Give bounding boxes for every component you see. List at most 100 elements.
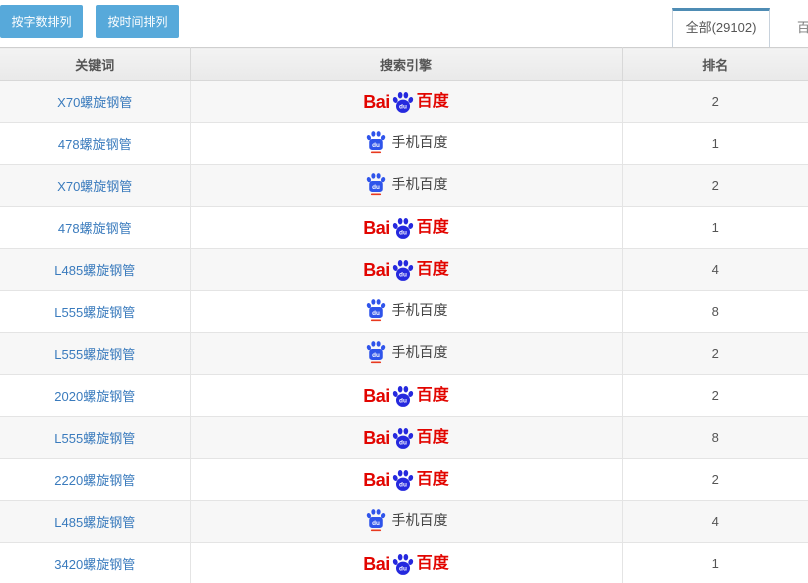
baidu-logo: Bai du 百度: [363, 258, 449, 282]
baidu-paw-icon: du: [391, 90, 415, 114]
keyword-cell: L485螺旋钢管: [0, 501, 190, 543]
keyword-cell: 2220螺旋钢管: [0, 459, 190, 501]
sort-by-wordcount-button[interactable]: 按字数排列: [0, 5, 83, 38]
keyword-link[interactable]: L555螺旋钢管: [54, 305, 135, 320]
keyword-cell: 478螺旋钢管: [0, 207, 190, 249]
keyword-cell: 3420螺旋钢管: [0, 543, 190, 583]
keyword-cell: 478螺旋钢管: [0, 123, 190, 165]
tab-all[interactable]: 全部(29102): [672, 8, 770, 47]
engine-tabs: 全部(29102) 百度: [672, 8, 808, 47]
table-row: L555螺旋钢管 Bai du 百度 8: [0, 417, 808, 459]
keyword-link[interactable]: 2220螺旋钢管: [54, 473, 135, 488]
table-row: 478螺旋钢管 Bai du 百度 1: [0, 207, 808, 249]
mobile-baidu-label: 手机百度: [392, 303, 448, 317]
baidu-logo-bai-text: Bai: [363, 261, 390, 279]
baidu-logo: Bai du 百度: [363, 90, 449, 114]
column-header-rank: 排名: [622, 48, 808, 81]
mobile-baidu-paw-icon: du: [365, 298, 387, 322]
mobile-baidu-label: 手机百度: [392, 135, 448, 149]
column-header-engine: 搜索引擎: [190, 48, 622, 81]
keyword-cell: X70螺旋钢管: [0, 165, 190, 207]
svg-text:du: du: [399, 397, 407, 404]
baidu-logo-bai-text: Bai: [363, 429, 390, 447]
keyword-link[interactable]: L485螺旋钢管: [54, 263, 135, 278]
engine-cell: Bai du 百度: [190, 543, 622, 583]
engine-cell: Bai du 百度: [190, 249, 622, 291]
baidu-logo-chinese-text: 百度: [417, 388, 449, 404]
rank-value: 2: [622, 333, 808, 375]
baidu-logo-chinese-text: 百度: [417, 94, 449, 110]
mobile-baidu: du 手机百度: [365, 508, 448, 532]
baidu-paw-icon: du: [391, 384, 415, 408]
keyword-link[interactable]: 478螺旋钢管: [58, 221, 132, 236]
baidu-logo-bai-text: Bai: [363, 93, 390, 111]
svg-text:du: du: [372, 142, 380, 149]
keyword-link[interactable]: 478螺旋钢管: [58, 137, 132, 152]
svg-text:du: du: [399, 229, 407, 236]
column-header-keyword: 关键词: [0, 48, 190, 81]
table-row: 2020螺旋钢管 Bai du 百度 2: [0, 375, 808, 417]
mobile-baidu-label: 手机百度: [392, 513, 448, 527]
keyword-cell: L555螺旋钢管: [0, 291, 190, 333]
mobile-baidu-paw-icon: du: [365, 508, 387, 532]
baidu-logo-chinese-text: 百度: [417, 220, 449, 236]
svg-text:du: du: [372, 184, 380, 191]
mobile-baidu: du 手机百度: [365, 130, 448, 154]
baidu-paw-icon: du: [391, 258, 415, 282]
table-row: 2220螺旋钢管 Bai du 百度 2: [0, 459, 808, 501]
keyword-cell: L485螺旋钢管: [0, 249, 190, 291]
svg-text:du: du: [372, 520, 380, 527]
baidu-logo-bai-text: Bai: [363, 555, 390, 573]
table-row: X70螺旋钢管 Bai du 百度 2: [0, 81, 808, 123]
svg-text:du: du: [399, 481, 407, 488]
rank-value: 1: [622, 207, 808, 249]
keyword-link[interactable]: X70螺旋钢管: [57, 179, 132, 194]
engine-cell: Bai du 百度: [190, 81, 622, 123]
svg-text:du: du: [399, 103, 407, 110]
table-row: L555螺旋钢管 du 手机百度 2: [0, 333, 808, 375]
mobile-baidu: du 手机百度: [365, 340, 448, 364]
svg-text:du: du: [372, 352, 380, 359]
mobile-baidu: du 手机百度: [365, 298, 448, 322]
mobile-baidu-label: 手机百度: [392, 345, 448, 359]
engine-cell: Bai du 百度: [190, 459, 622, 501]
table-row: 478螺旋钢管 du 手机百度 1: [0, 123, 808, 165]
keyword-link[interactable]: 2020螺旋钢管: [54, 389, 135, 404]
rank-value: 1: [622, 123, 808, 165]
rank-value: 2: [622, 375, 808, 417]
table-row: L485螺旋钢管 Bai du 百度 4: [0, 249, 808, 291]
rank-value: 4: [622, 249, 808, 291]
keyword-ranking-page: 按字数排列 按时间排列 全部(29102) 百度 关键词 搜索引擎 排名 X70…: [0, 0, 808, 583]
keyword-link[interactable]: 3420螺旋钢管: [54, 557, 135, 572]
keyword-cell: L555螺旋钢管: [0, 417, 190, 459]
baidu-logo: Bai du 百度: [363, 216, 449, 240]
keyword-link[interactable]: L485螺旋钢管: [54, 515, 135, 530]
mobile-baidu-label: 手机百度: [392, 177, 448, 191]
keyword-cell: 2020螺旋钢管: [0, 375, 190, 417]
keyword-cell: L555螺旋钢管: [0, 333, 190, 375]
keyword-link[interactable]: L555螺旋钢管: [54, 347, 135, 362]
engine-cell: du 手机百度: [190, 123, 622, 165]
mobile-baidu-paw-icon: du: [365, 130, 387, 154]
sort-by-time-button[interactable]: 按时间排列: [96, 5, 179, 38]
svg-text:du: du: [399, 271, 407, 278]
rank-value: 4: [622, 501, 808, 543]
engine-cell: du 手机百度: [190, 501, 622, 543]
baidu-logo-bai-text: Bai: [363, 219, 390, 237]
baidu-logo: Bai du 百度: [363, 468, 449, 492]
rank-value: 2: [622, 165, 808, 207]
mobile-baidu: du 手机百度: [365, 172, 448, 196]
baidu-logo: Bai du 百度: [363, 552, 449, 576]
svg-text:du: du: [399, 439, 407, 446]
table-row: 3420螺旋钢管 Bai du 百度 1: [0, 543, 808, 583]
baidu-logo-bai-text: Bai: [363, 471, 390, 489]
toolbar: 按字数排列 按时间排列 全部(29102) 百度: [0, 0, 808, 47]
rank-value: 2: [622, 459, 808, 501]
keyword-link[interactable]: L555螺旋钢管: [54, 431, 135, 446]
table-header-row: 关键词 搜索引擎 排名: [0, 48, 808, 81]
engine-cell: Bai du 百度: [190, 417, 622, 459]
engine-cell: Bai du 百度: [190, 375, 622, 417]
tab-baidu[interactable]: 百度: [770, 8, 808, 47]
baidu-paw-icon: du: [391, 468, 415, 492]
keyword-link[interactable]: X70螺旋钢管: [57, 95, 132, 110]
